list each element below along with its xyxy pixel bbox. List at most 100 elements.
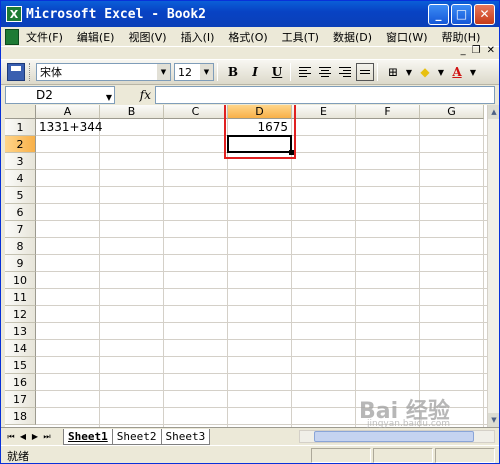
watermark-url: jingyan.baidu.com — [367, 419, 451, 429]
menu-window[interactable]: 窗口(W) — [379, 29, 434, 45]
doc-restore-icon[interactable]: ❐ — [472, 45, 481, 56]
menu-edit[interactable]: 编辑(E) — [70, 29, 122, 45]
chevron-down-icon[interactable]: ▼ — [469, 63, 477, 81]
chevron-down-icon[interactable]: ▼ — [106, 90, 112, 106]
select-all-corner[interactable] — [5, 105, 36, 119]
close-button[interactable]: ✕ — [474, 4, 495, 25]
merge-center-icon[interactable] — [356, 63, 374, 81]
column-header-g[interactable]: G — [420, 105, 484, 119]
row-header-2[interactable]: 2 — [5, 136, 36, 153]
row-header-14[interactable]: 14 — [5, 340, 36, 357]
grid-row-line — [36, 339, 487, 340]
menu-tools[interactable]: 工具(T) — [275, 29, 326, 45]
row-header-3[interactable]: 3 — [5, 153, 36, 170]
title-bar[interactable]: X Microsoft Excel - Book2 _ □ ✕ — [1, 1, 499, 27]
sheet-tab-sheet3[interactable]: Sheet3 — [160, 428, 211, 445]
grid-column-line — [355, 119, 356, 427]
menu-help[interactable]: 帮助(H) — [435, 29, 488, 45]
sheet-tab-sheet2[interactable]: Sheet2 — [111, 428, 162, 445]
column-header-c[interactable]: C — [164, 105, 228, 119]
next-sheet-icon[interactable]: ▶ — [29, 432, 41, 441]
menu-format[interactable]: 格式(O) — [221, 29, 274, 45]
last-sheet-icon[interactable]: ⏭ — [41, 432, 53, 442]
highlight-annotation-box — [224, 105, 296, 159]
excel-app-icon[interactable]: X — [6, 6, 22, 22]
chevron-down-icon[interactable]: ▼ — [405, 63, 413, 81]
row-header-16[interactable]: 16 — [5, 374, 36, 391]
toolbar-separator — [377, 63, 378, 81]
grid-row-line — [36, 288, 487, 289]
prev-sheet-icon[interactable]: ◀ — [17, 432, 29, 441]
fill-color-icon[interactable]: ◆ — [415, 63, 435, 81]
minimize-button[interactable]: _ — [428, 4, 449, 25]
row-header-7[interactable]: 7 — [5, 221, 36, 238]
workbook-icon[interactable] — [5, 28, 19, 45]
grid-row-line — [36, 186, 487, 187]
row-header-5[interactable]: 5 — [5, 187, 36, 204]
toolbar-grip[interactable] — [29, 63, 32, 81]
vertical-scrollbar[interactable]: ▲ ▼ — [487, 105, 499, 427]
chevron-down-icon[interactable]: ▼ — [437, 63, 445, 81]
horizontal-scrollbar[interactable] — [299, 430, 495, 443]
horizontal-scroll-thumb[interactable] — [314, 431, 474, 442]
scroll-down-icon[interactable]: ▼ — [488, 413, 499, 427]
doc-minimize-icon[interactable]: _ — [461, 45, 466, 56]
row-header-11[interactable]: 11 — [5, 289, 36, 306]
menu-insert[interactable]: 插入(I) — [174, 29, 222, 45]
row-header-12[interactable]: 12 — [5, 306, 36, 323]
fx-icon[interactable]: fx — [115, 88, 155, 102]
column-header-b[interactable]: B — [100, 105, 164, 119]
grid-row-line — [36, 169, 487, 170]
grid-column-line — [99, 119, 100, 427]
maximize-button[interactable]: □ — [451, 4, 472, 25]
column-header-a[interactable]: A — [36, 105, 100, 119]
grid-row-line — [36, 237, 487, 238]
status-panel — [311, 448, 371, 463]
first-sheet-icon[interactable]: ⏮ — [5, 432, 17, 442]
window-title: Microsoft Excel - Book2 — [26, 6, 207, 22]
menu-data[interactable]: 数据(D) — [326, 29, 379, 45]
formula-bar: D2 ▼ fx — [1, 85, 499, 105]
chevron-down-icon[interactable]: ▼ — [157, 64, 170, 80]
scroll-up-icon[interactable]: ▲ — [488, 105, 499, 119]
save-icon[interactable] — [7, 63, 25, 81]
formula-input[interactable] — [155, 86, 495, 104]
row-header-6[interactable]: 6 — [5, 204, 36, 221]
row-header-13[interactable]: 13 — [5, 323, 36, 340]
chevron-down-icon[interactable]: ▼ — [200, 64, 213, 80]
cell-a1[interactable]: 1331+344 — [39, 120, 103, 137]
italic-button[interactable]: I — [245, 63, 265, 81]
borders-icon[interactable]: ⊞ — [383, 63, 403, 81]
bold-button[interactable]: B — [223, 63, 243, 81]
formatting-toolbar: 宋体 ▼ 12 ▼ B I U ⊞ ▼ ◆ ▼ A ▼ — [1, 59, 499, 85]
sheet-tab-sheet1[interactable]: Sheet1 — [63, 428, 113, 445]
font-size-select[interactable]: 12 ▼ — [174, 63, 214, 81]
menu-view[interactable]: 视图(V) — [121, 29, 173, 45]
row-header-1[interactable]: 1 — [5, 119, 36, 136]
font-name-value: 宋体 — [40, 66, 62, 79]
row-header-10[interactable]: 10 — [5, 272, 36, 289]
row-header-4[interactable]: 4 — [5, 170, 36, 187]
grid-row-line — [36, 390, 487, 391]
align-left-icon[interactable] — [296, 63, 314, 81]
row-header-15[interactable]: 15 — [5, 357, 36, 374]
doc-close-icon[interactable]: ✕ — [487, 45, 495, 56]
column-header-e[interactable]: E — [292, 105, 356, 119]
font-name-select[interactable]: 宋体 ▼ — [36, 63, 171, 81]
font-color-icon[interactable]: A — [447, 63, 467, 81]
status-bar: 就绪 — [1, 445, 499, 463]
grid-column-line — [227, 119, 228, 427]
row-header-18[interactable]: 18 — [5, 408, 36, 425]
row-header-17[interactable]: 17 — [5, 391, 36, 408]
row-header-8[interactable]: 8 — [5, 238, 36, 255]
grid-row-line — [36, 373, 487, 374]
row-header-9[interactable]: 9 — [5, 255, 36, 272]
status-panel — [373, 448, 433, 463]
menu-file[interactable]: 文件(F) — [19, 29, 70, 45]
underline-button[interactable]: U — [267, 63, 287, 81]
column-header-f[interactable]: F — [356, 105, 420, 119]
align-right-icon[interactable] — [336, 63, 354, 81]
spreadsheet-grid[interactable]: A B C D E F G 1 2 3 4 5 6 7 8 9 10 11 12 13 14 15 16 17 18 1331+3… — [5, 105, 487, 427]
name-box[interactable]: D2 ▼ — [5, 86, 115, 104]
align-center-icon[interactable] — [316, 63, 334, 81]
